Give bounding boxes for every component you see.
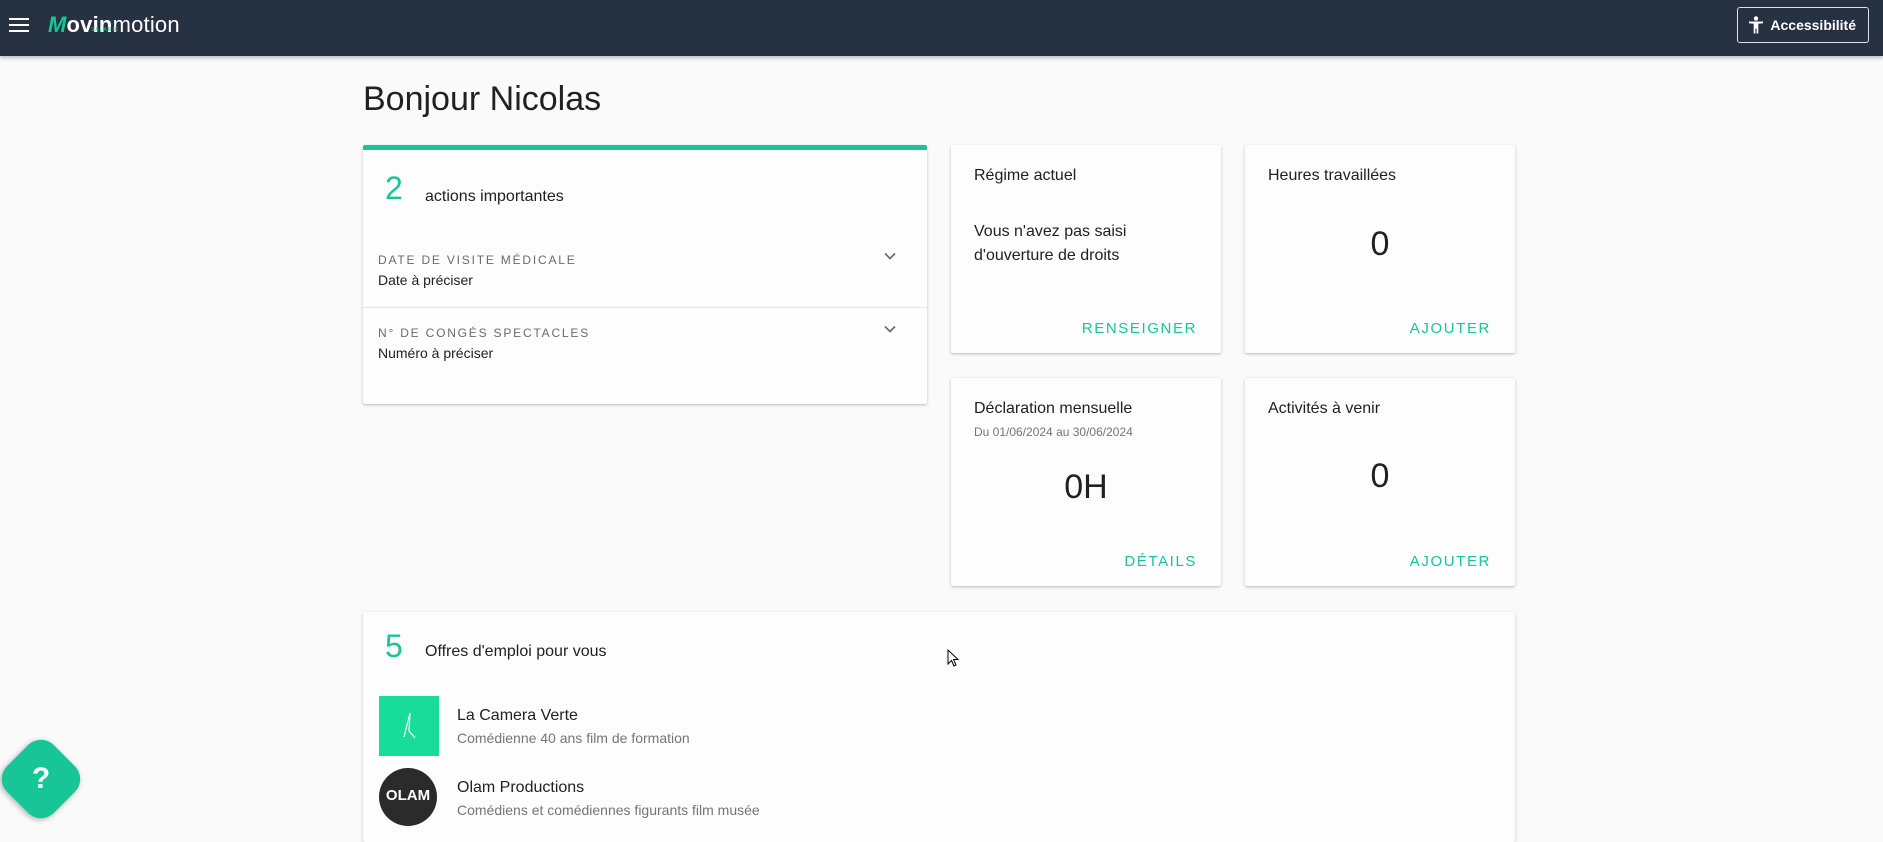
offer-description: Comédiens et comédiennes figurants film …: [457, 802, 760, 818]
actions-count: 2: [385, 170, 403, 206]
regime-text: Vous n'avez pas saisi d'ouverture de dro…: [974, 223, 1127, 264]
help-icon[interactable]: ?: [8, 746, 74, 812]
mouse-cursor-icon: [947, 649, 960, 667]
card-title: Activités à venir: [1268, 400, 1381, 417]
chevron-down-icon[interactable]: [883, 322, 897, 336]
offers-label: Offres d'emploi pour vous: [425, 643, 607, 660]
accordion-label: N° DE CONGÉS SPECTACLES: [378, 326, 591, 340]
company-name: La Camera Verte: [457, 707, 578, 724]
company-logo: [379, 696, 439, 756]
offers-count: 5: [385, 628, 403, 664]
page-title: Bonjour Nicolas: [363, 80, 602, 118]
job-offer-item[interactable]: La Camera Verte Comédienne 40 ans film d…: [379, 696, 1079, 758]
accordion-value: Numéro à préciser: [378, 345, 494, 361]
menu-icon[interactable]: [8, 14, 30, 36]
add-hours-button[interactable]: AJOUTER: [1410, 320, 1491, 337]
accordion-conges-spectacles[interactable]: N° DE CONGÉS SPECTACLES Numéro à précise…: [363, 325, 927, 398]
card-title: Déclaration mensuelle: [974, 400, 1133, 417]
actions-label: actions importantes: [425, 188, 564, 205]
divider: [363, 307, 927, 308]
accessibility-label: Accessibilité: [1770, 17, 1856, 33]
monthly-declaration-card: Déclaration mensuelle Du 01/06/2024 au 3…: [951, 378, 1221, 586]
camera-verte-logo-icon: [403, 712, 416, 739]
job-offers-card: 5 Offres d'emploi pour vous La Camera Ve…: [363, 612, 1515, 842]
company-name: Olam Productions: [457, 779, 585, 796]
declaration-period: Du 01/06/2024 au 30/06/2024: [974, 425, 1133, 439]
upcoming-activities-card: Activités à venir 0 AJOUTER: [1245, 378, 1515, 586]
logo-text: Movinmotion: [48, 12, 180, 37]
renseigner-button[interactable]: RENSEIGNER: [1082, 320, 1197, 337]
logo-subtitle: SALARIÉ: [91, 27, 120, 33]
accessibility-icon: [1749, 16, 1764, 34]
accordion-medical-visit[interactable]: DATE DE VISITE MÉDICALE Date à préciser: [363, 252, 927, 325]
accordion-value: Date à préciser: [378, 272, 473, 288]
top-app-bar: Movinmotion SALARIÉ Accessibilité: [0, 0, 1883, 56]
accordion-label: DATE DE VISITE MÉDICALE: [378, 253, 577, 267]
details-button[interactable]: DÉTAILS: [1124, 553, 1197, 570]
declaration-hours-value: 0H: [1064, 468, 1108, 506]
olam-logo-text: OLAM: [385, 787, 431, 804]
accessibility-button[interactable]: Accessibilité: [1737, 7, 1869, 43]
card-title: Heures travaillées: [1268, 167, 1397, 184]
worked-hours-card: Heures travaillées 0 AJOUTER: [1245, 145, 1515, 353]
add-activity-button[interactable]: AJOUTER: [1410, 553, 1491, 570]
upcoming-activities-value: 0: [1370, 457, 1390, 495]
offer-description: Comédienne 40 ans film de formation: [457, 730, 690, 746]
regime-card: Régime actuel Vous n'avez pas saisi d'ou…: [951, 145, 1221, 353]
important-actions-card: 2 actions importantes DATE DE VISITE MÉD…: [363, 145, 927, 404]
card-title: Régime actuel: [974, 167, 1077, 184]
company-logo: OLAM: [379, 768, 437, 826]
chevron-down-icon[interactable]: [883, 249, 897, 263]
worked-hours-value: 0: [1370, 225, 1390, 263]
